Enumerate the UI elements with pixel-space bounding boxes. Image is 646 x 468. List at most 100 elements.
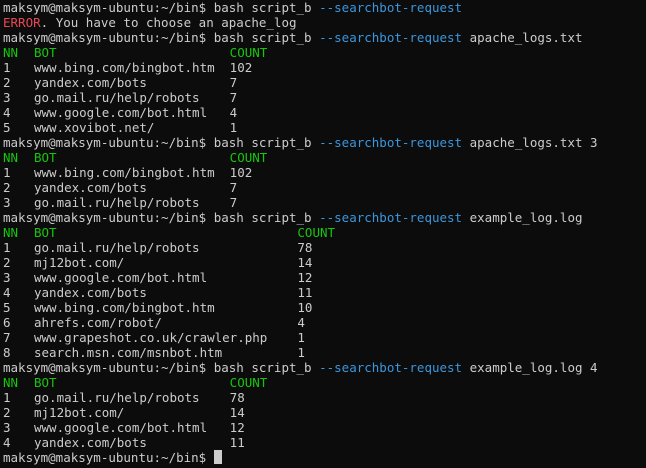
row-nn: 3 [3,90,11,105]
table-row: 5 www.bing.com/bingbot.htm 10 [3,300,646,315]
header-bot: BOT [34,225,298,240]
shell-prompt: maksym@maksym-ubuntu:~/bin$ [3,450,207,465]
table-row: 2 yandex.com/bots 7 [3,180,646,195]
header-count: COUNT [229,150,268,165]
row-bot: go.mail.ru/help/robots [34,195,230,210]
row-nn: 5 [3,120,11,135]
row-bot: go.mail.ru/help/robots [34,390,230,405]
shell-prompt: maksym@maksym-ubuntu:~/bin$ [3,360,207,375]
table-header: NN BOT COUNT [3,45,646,60]
header-count: COUNT [229,45,268,60]
row-nn: 8 [3,345,11,360]
command-option: --searchbot-request [319,210,463,225]
header-nn: NN [3,375,19,390]
row-count: 4 [297,315,305,330]
row-count: 7 [229,195,238,210]
table-row: 3 www.google.com/bot.html 12 [3,270,646,285]
command-text: bash script_b [206,30,320,45]
shell-prompt: maksym@maksym-ubuntu:~/bin$ [3,210,207,225]
row-nn: 7 [3,330,11,345]
row-count: 78 [229,390,245,405]
row-count: 11 [297,285,313,300]
command-line: maksym@maksym-ubuntu:~/bin$ bash script_… [3,360,646,375]
command-args: apache_logs.txt [462,30,583,45]
row-nn: 1 [3,390,11,405]
table-row: 4 yandex.com/bots 11 [3,285,646,300]
table-row: 3 go.mail.ru/help/robots 7 [3,90,646,105]
command-text: bash script_b [206,135,320,150]
command-option: --searchbot-request [319,135,463,150]
row-nn: 4 [3,105,11,120]
terminal-window[interactable]: maksym@maksym-ubuntu:~/bin$ bash script_… [0,0,646,468]
row-nn: 4 [3,285,11,300]
header-bot: BOT [34,150,230,165]
error-label: ERROR [3,15,41,30]
row-count: 1 [229,120,238,135]
command-option: --searchbot-request [319,30,463,45]
row-count: 102 [229,60,253,75]
row-count: 12 [297,270,313,285]
header-nn: NN [3,45,19,60]
row-nn: 3 [3,420,11,435]
row-bot: search.msn.com/msnbot.htm [34,345,298,360]
command-args: example_log.log [462,210,583,225]
row-bot: www.bing.com/bingbot.htm [34,300,298,315]
row-count: 1 [297,330,305,345]
row-bot: ahrefs.com/robot/ [34,315,298,330]
shell-prompt: maksym@maksym-ubuntu:~/bin$ [3,135,207,150]
row-nn: 2 [3,255,11,270]
row-bot: www.google.com/bot.html [34,420,230,435]
row-bot: go.mail.ru/help/robots [34,90,230,105]
row-bot: mj12bot.com/ [34,255,298,270]
row-count: 102 [229,165,253,180]
row-bot: www.xovibot.net/ [34,120,230,135]
row-bot: www.google.com/bot.html [34,105,230,120]
row-nn: 1 [3,60,11,75]
command-option: --searchbot-request [319,360,463,375]
row-bot: go.mail.ru/help/robots [34,240,298,255]
header-count: COUNT [297,225,336,240]
table-row: 1 www.bing.com/bingbot.htm 102 [3,60,646,75]
row-nn: 4 [3,435,11,450]
table-row: 2 mj12bot.com/ 14 [3,255,646,270]
row-bot: www.bing.com/bingbot.htm [34,165,230,180]
table-row: 3 www.google.com/bot.html 12 [3,420,646,435]
table-header: NN BOT COUNT [3,225,646,240]
row-count: 7 [229,75,238,90]
command-args: apache_logs.txt 3 [462,135,598,150]
row-bot: www.grapeshot.co.uk/crawler.php [34,330,298,345]
row-count: 1 [297,345,305,360]
row-count: 7 [229,90,238,105]
row-bot: www.bing.com/bingbot.htm [34,60,230,75]
table-header: NN BOT COUNT [3,150,646,165]
row-nn: 5 [3,300,11,315]
row-count: 11 [229,435,245,450]
row-count: 78 [297,240,313,255]
row-nn: 2 [3,405,11,420]
table-row: 1 go.mail.ru/help/robots 78 [3,240,646,255]
table-row: 4 yandex.com/bots 11 [3,435,646,450]
table-row: 7 www.grapeshot.co.uk/crawler.php 1 [3,330,646,345]
text-cursor [213,450,222,464]
row-count: 14 [297,255,313,270]
table-row: 1 go.mail.ru/help/robots 78 [3,390,646,405]
row-nn: 1 [3,240,11,255]
header-bot: BOT [34,45,230,60]
row-count: 4 [229,105,238,120]
shell-prompt: maksym@maksym-ubuntu:~/bin$ [3,0,207,15]
row-count: 7 [229,180,238,195]
header-count: COUNT [229,375,268,390]
table-header: NN BOT COUNT [3,375,646,390]
row-bot: yandex.com/bots [34,180,230,195]
table-row: 5 www.xovibot.net/ 1 [3,120,646,135]
row-bot: www.google.com/bot.html [34,270,298,285]
row-bot: mj12bot.com/ [34,405,230,420]
header-bot: BOT [34,375,230,390]
command-args: example_log.log 4 [462,360,598,375]
row-nn: 3 [3,195,11,210]
header-nn: NN [3,225,19,240]
table-row: 2 yandex.com/bots 7 [3,75,646,90]
command-line: maksym@maksym-ubuntu:~/bin$ bash script_… [3,0,646,15]
row-nn: 2 [3,75,11,90]
error-message: . You have to choose an apache_log [40,15,297,30]
